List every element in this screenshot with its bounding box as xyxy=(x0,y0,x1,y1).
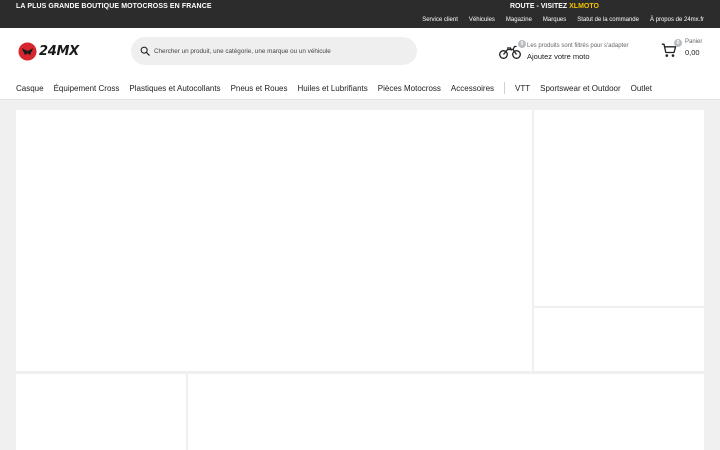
cart-count-badge: 0 xyxy=(674,39,682,47)
content-panel-right xyxy=(188,374,704,450)
xlmoto-promo-link[interactable]: ROUTE - VISITEZ XLMOTO xyxy=(510,3,599,10)
promo-brand: XLMOTO xyxy=(569,3,599,10)
top-links: Service client Véhicules Magazine Marque… xyxy=(422,17,704,23)
top-link-customer-service[interactable]: Service client xyxy=(422,17,458,23)
vehicle-count-badge: 0 xyxy=(518,40,526,48)
logo-wordmark: 24MX xyxy=(39,43,79,59)
nav-item-helmets[interactable]: Casque xyxy=(16,84,44,93)
cart-icon-wrap: 0 xyxy=(661,39,682,58)
main-nav: Casque Équipement Cross Plastiques et Au… xyxy=(16,82,652,94)
nav-item-outlet[interactable]: Outlet xyxy=(631,84,652,93)
nav-item-cross-gear[interactable]: Équipement Cross xyxy=(54,84,120,93)
vehicle-text: Les produits sont filtrés pour s'adapter… xyxy=(527,43,629,61)
content-panel-left xyxy=(16,374,186,450)
nav-item-tyres[interactable]: Pneus et Roues xyxy=(231,84,288,93)
side-banner-top xyxy=(534,110,704,306)
motorcycle-icon xyxy=(499,45,521,59)
promo-prefix: ROUTE - VISITEZ xyxy=(510,3,570,10)
add-vehicle-label: Ajoutez votre moto xyxy=(527,52,590,61)
top-link-order-status[interactable]: Statut de la commande xyxy=(577,17,639,23)
nav-divider xyxy=(504,82,506,94)
site-logo[interactable]: 24MX xyxy=(18,41,90,61)
nav-item-oils[interactable]: Huiles et Lubrifiants xyxy=(298,84,368,93)
top-link-vehicles[interactable]: Véhicules xyxy=(469,17,495,23)
top-link-about[interactable]: À propos de 24mx.fr xyxy=(650,17,704,23)
top-link-brands[interactable]: Marques xyxy=(543,17,566,23)
promo-text-left: LA PLUS GRANDE BOUTIQUE MOTOCROSS EN FRA… xyxy=(16,3,212,10)
cart-text: Panier 0,00 xyxy=(685,39,702,57)
nav-item-sportswear[interactable]: Sportswear et Outdoor xyxy=(540,84,620,93)
side-banner-bottom xyxy=(534,308,704,371)
search-bar[interactable] xyxy=(131,37,417,65)
nav-item-parts[interactable]: Pièces Motocross xyxy=(378,84,441,93)
search-input[interactable] xyxy=(154,47,404,55)
search-icon xyxy=(140,46,150,56)
hero-banner-panel xyxy=(16,110,532,371)
nav-item-mtb[interactable]: VTT xyxy=(515,84,530,93)
top-promo-bar: LA PLUS GRANDE BOUTIQUE MOTOCROSS EN FRA… xyxy=(0,0,720,28)
cart-button[interactable]: 0 Panier 0,00 xyxy=(661,39,709,65)
logo-mark-icon xyxy=(18,41,37,61)
vehicle-filter-note: Les produits sont filtrés pour s'adapter xyxy=(527,43,629,49)
nav-item-plastics[interactable]: Plastiques et Autocollants xyxy=(129,84,220,93)
cart-label: Panier xyxy=(685,39,703,45)
vehicle-selector: 0 xyxy=(499,40,526,60)
top-link-magazine[interactable]: Magazine xyxy=(506,17,532,23)
site-header: 24MX 0 Les produits sont filtrés pour s'… xyxy=(0,28,720,100)
cart-total: 0,00 xyxy=(685,48,700,57)
add-vehicle-button[interactable]: 0 Les produits sont filtrés pour s'adapt… xyxy=(499,40,649,64)
nav-item-accessories[interactable]: Accessoires xyxy=(451,84,494,93)
